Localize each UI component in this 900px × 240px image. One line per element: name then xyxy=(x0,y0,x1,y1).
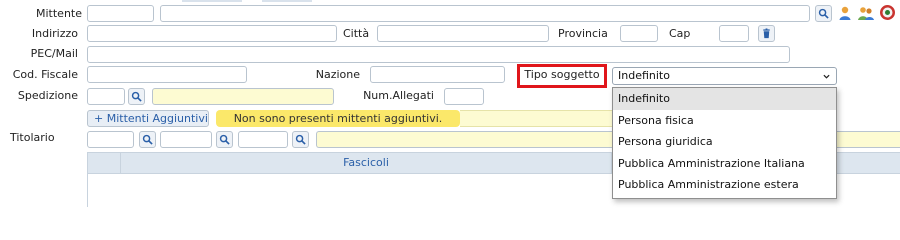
cap-label: Cap xyxy=(669,27,691,40)
cap-input[interactable] xyxy=(719,25,749,42)
titolario-input-1[interactable] xyxy=(87,131,134,148)
indirizzo-input[interactable] xyxy=(87,25,337,42)
provincia-input[interactable] xyxy=(620,25,658,42)
fascicoli-grid-header-right xyxy=(837,152,900,174)
spedizione-label: Spedizione xyxy=(17,89,78,102)
nazione-label: Nazione xyxy=(315,68,360,81)
users-group-icon[interactable] xyxy=(857,5,875,21)
dropdown-option-persona-fisica[interactable]: Persona fisica xyxy=(613,110,836,132)
search-icon xyxy=(295,134,306,145)
titolario-search-button-3[interactable] xyxy=(292,131,309,148)
pec-label: PEC/Mail xyxy=(30,47,78,60)
nazione-input[interactable] xyxy=(370,66,505,83)
num-allegati-label: Num.Allegati xyxy=(363,89,434,102)
mittente-search-button[interactable] xyxy=(815,5,832,22)
tipo-soggetto-dropdown: Indefinito Persona fisica Persona giurid… xyxy=(612,87,837,199)
spedizione-description-input[interactable] xyxy=(152,88,334,105)
dropdown-option-indefinito[interactable]: Indefinito xyxy=(613,88,836,110)
indirizzo-label: Indirizzo xyxy=(31,27,78,40)
chevron-down-icon xyxy=(823,74,830,79)
spedizione-code-input[interactable] xyxy=(87,88,125,105)
clear-address-button[interactable] xyxy=(758,25,775,42)
mittenti-notice-extension xyxy=(460,110,612,127)
dropdown-option-persona-giuridica[interactable]: Persona giuridica xyxy=(613,131,836,153)
mittente-label: Mittente xyxy=(36,7,82,20)
titolario-search-button-2[interactable] xyxy=(216,131,233,148)
user-icon[interactable] xyxy=(837,5,853,21)
search-icon xyxy=(131,91,142,102)
search-icon xyxy=(818,8,829,19)
citta-label: Città xyxy=(343,27,370,40)
trash-icon xyxy=(763,28,770,39)
fascicoli-column-header[interactable]: Fascicoli xyxy=(121,153,611,173)
search-icon xyxy=(219,134,230,145)
citta-input[interactable] xyxy=(377,25,549,42)
fascicoli-grid-header: Fascicoli xyxy=(87,152,612,174)
grid-selector-column xyxy=(88,153,121,173)
spedizione-search-button[interactable] xyxy=(128,88,145,105)
cod-fiscale-label: Cod. Fiscale xyxy=(12,68,78,81)
dropdown-option-pa-italiana[interactable]: Pubblica Amministrazione Italiana xyxy=(613,153,836,175)
top-strip-right xyxy=(262,0,312,2)
search-icon xyxy=(142,134,153,145)
mittente-code-input[interactable] xyxy=(87,5,154,22)
dropdown-option-pa-estera[interactable]: Pubblica Amministrazione estera xyxy=(613,174,836,196)
num-allegati-input[interactable] xyxy=(444,88,484,105)
titolario-label: Titolario xyxy=(10,131,55,144)
pec-input[interactable] xyxy=(87,46,790,63)
mittenti-aggiuntivi-button[interactable]: + Mittenti Aggiuntivi xyxy=(87,110,209,127)
titolario-input-3[interactable] xyxy=(238,131,288,148)
fascicoli-grid-body xyxy=(87,174,612,207)
registry-icon[interactable] xyxy=(879,4,896,21)
tipo-soggetto-selected-value: Indefinito xyxy=(618,69,670,82)
mittenti-notice: Non sono presenti mittenti aggiuntivi. xyxy=(216,110,460,127)
tipo-soggetto-select[interactable]: Indefinito xyxy=(612,67,837,85)
provincia-label: Provincia xyxy=(558,27,608,40)
top-strip-left xyxy=(182,0,242,2)
tipo-soggetto-highlight xyxy=(517,64,607,88)
mittente-name-input[interactable] xyxy=(160,5,810,22)
titolario-input-2[interactable] xyxy=(160,131,212,148)
titolario-search-button-1[interactable] xyxy=(139,131,156,148)
cod-fiscale-input[interactable] xyxy=(87,66,247,83)
